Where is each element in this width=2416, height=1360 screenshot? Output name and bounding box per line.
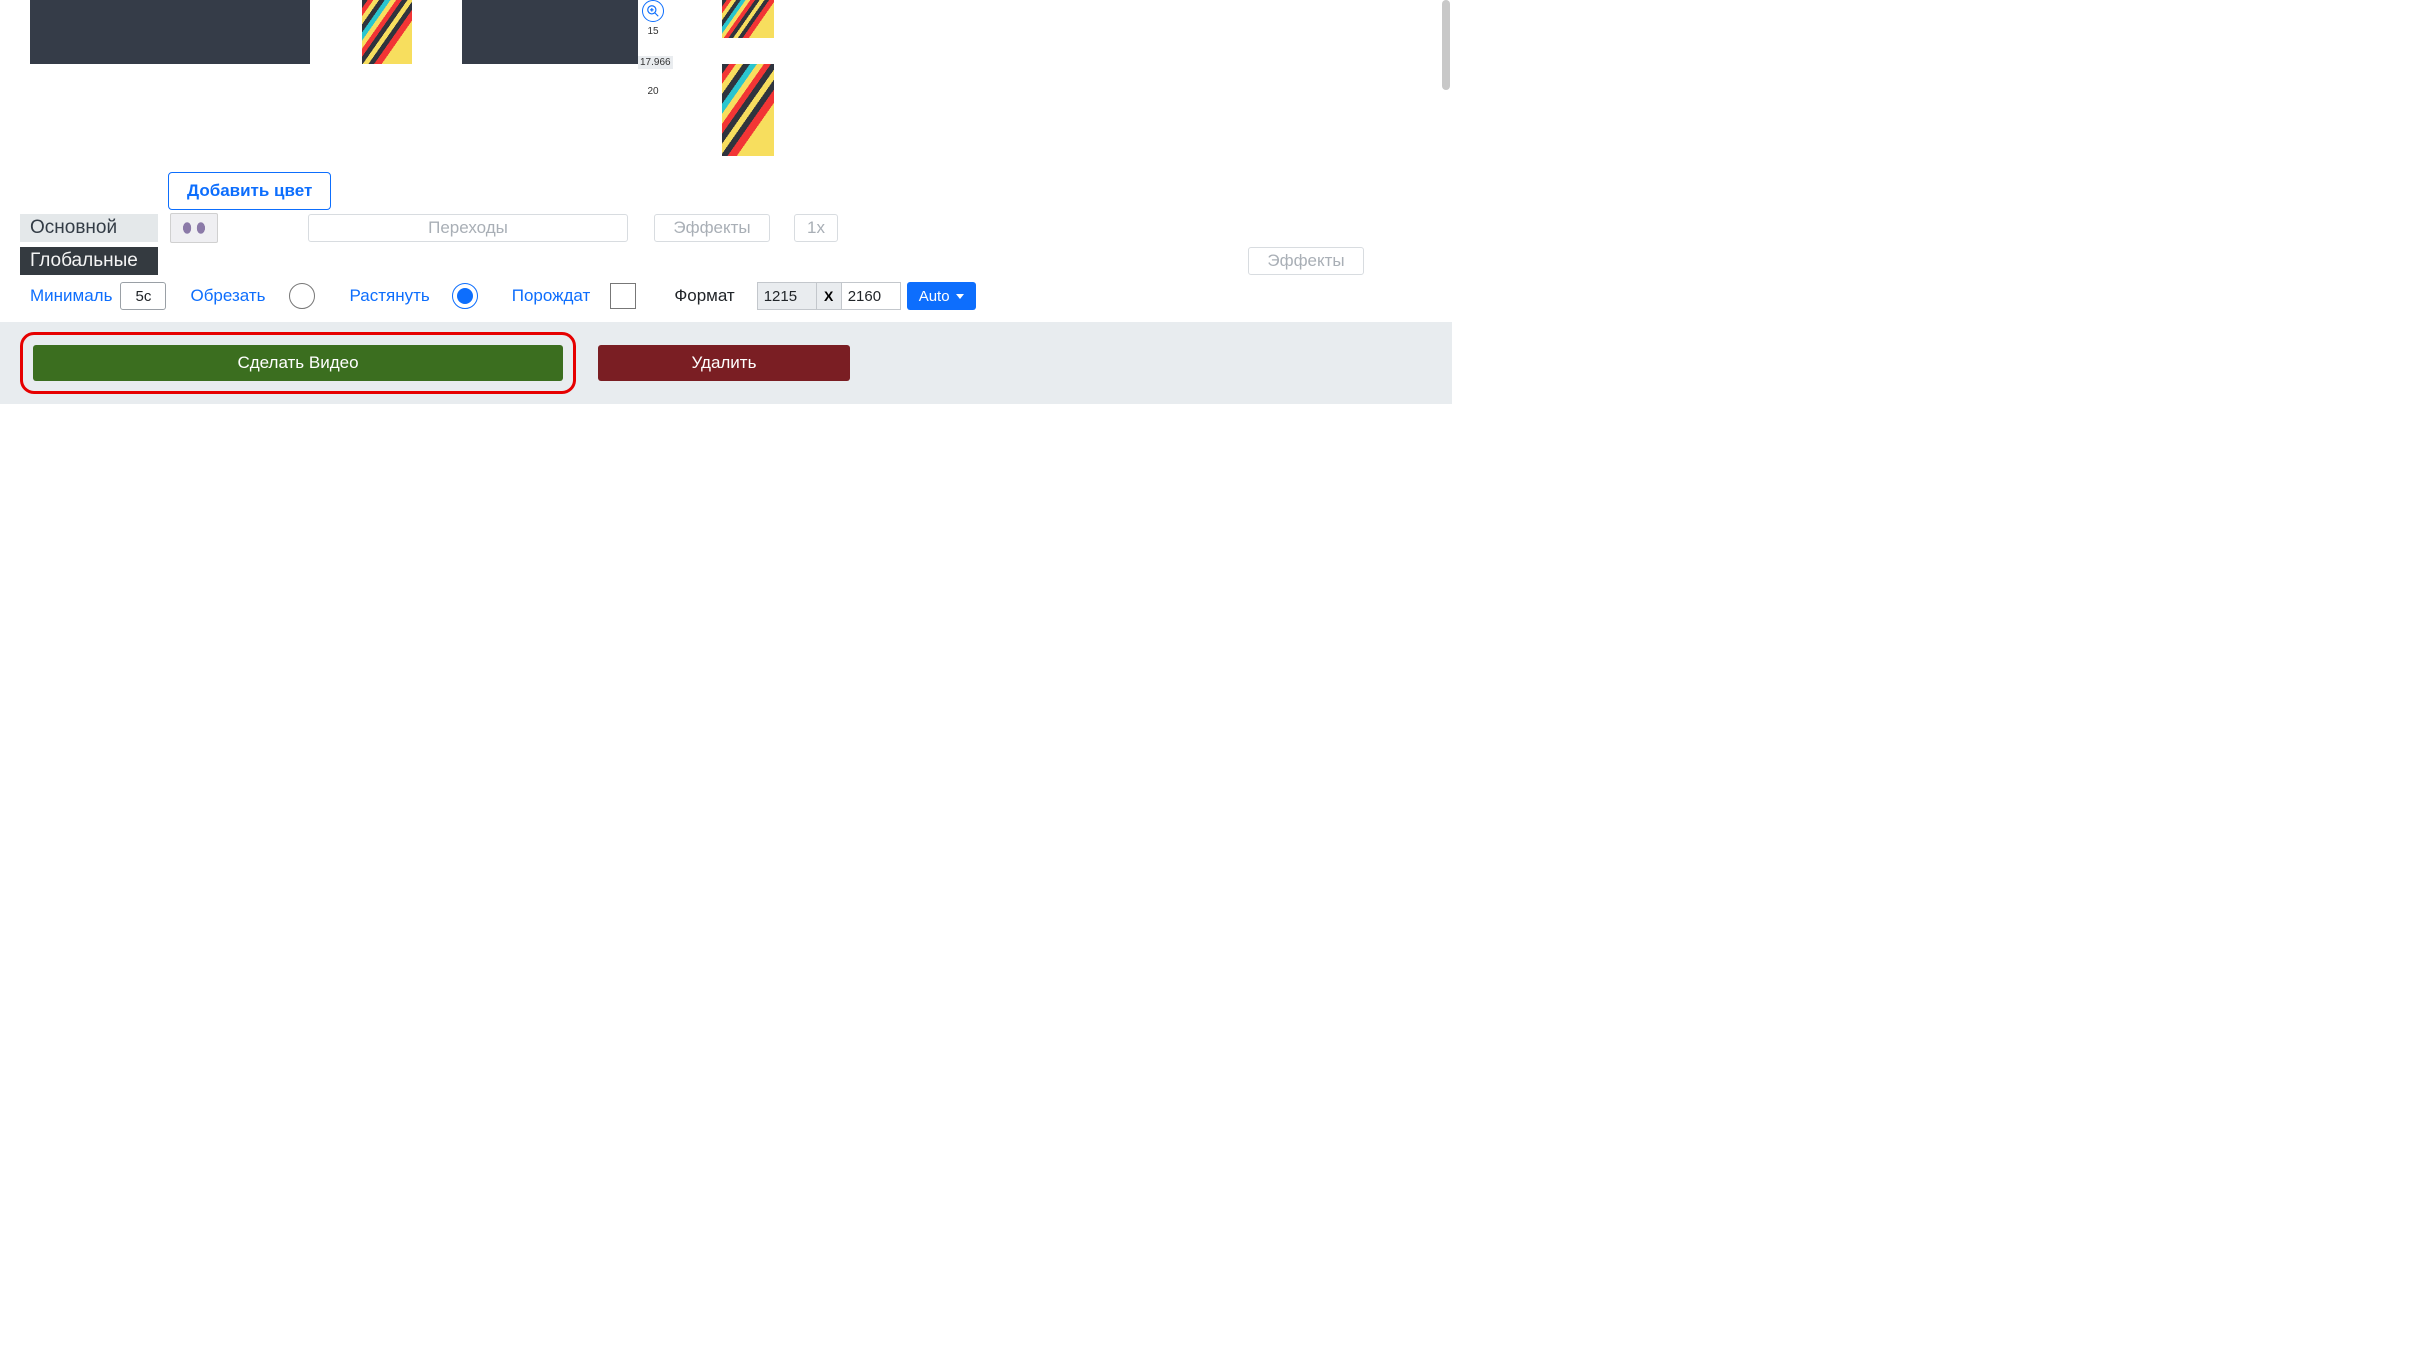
clip-thumbnail-2[interactable]: [722, 0, 774, 38]
crop-radio[interactable]: [289, 283, 315, 309]
zoom-mark-15: 15: [638, 25, 668, 38]
auto-button-label: Auto: [919, 288, 950, 305]
transition-thumbnail[interactable]: [170, 213, 218, 243]
highlight-ring: Сделать Видео: [20, 332, 576, 394]
minimal-input[interactable]: [120, 282, 166, 310]
height-input[interactable]: [841, 282, 901, 310]
row-main: Основной Переходы Эффекты 1x: [20, 211, 1432, 245]
options-row: Минималь Обрезать Растянуть Порождат Фор…: [30, 282, 1432, 310]
delete-button[interactable]: Удалить: [598, 345, 850, 381]
zoom-in-icon[interactable]: [642, 0, 664, 22]
clip-thumbnail-1[interactable]: [362, 0, 412, 64]
clip-thumbnail-3[interactable]: [722, 64, 774, 156]
chevron-down-icon: [956, 294, 964, 299]
preview-panel-left: [30, 0, 310, 64]
preview-panel-right: [462, 0, 638, 64]
auto-button[interactable]: Auto: [907, 282, 976, 310]
tab-main[interactable]: Основной: [20, 214, 158, 242]
minimal-label: Минималь: [30, 286, 112, 306]
add-color-button[interactable]: Добавить цвет: [168, 172, 331, 210]
crop-label: Обрезать: [190, 286, 265, 306]
scrollbar-thumb[interactable]: [1442, 0, 1450, 90]
stretch-radio[interactable]: [452, 283, 478, 309]
tab-global[interactable]: Глобальные: [20, 247, 158, 275]
zoom-mark-20: 20: [638, 85, 668, 98]
preview-strip: 15 17.966 20: [0, 0, 1452, 160]
zoom-column: 15 17.966 20: [638, 0, 668, 98]
footer-bar: Сделать Видео Удалить: [0, 322, 1452, 404]
row-global: Глобальные Эффекты: [20, 244, 1432, 278]
width-input[interactable]: [757, 282, 817, 310]
make-video-button[interactable]: Сделать Видео: [33, 345, 563, 381]
effects-top-button[interactable]: Эффекты: [654, 214, 770, 242]
zoom-value: 17.966: [638, 56, 673, 69]
stretch-label: Растянуть: [349, 286, 429, 306]
transitions-button[interactable]: Переходы: [308, 214, 628, 242]
effects-bottom-button[interactable]: Эффекты: [1248, 247, 1364, 275]
generate-checkbox[interactable]: [610, 283, 636, 309]
generate-label: Порождат: [512, 286, 591, 306]
format-label: Формат: [674, 286, 734, 306]
speed-button[interactable]: 1x: [794, 214, 838, 242]
dimension-x-icon: X: [817, 282, 841, 310]
